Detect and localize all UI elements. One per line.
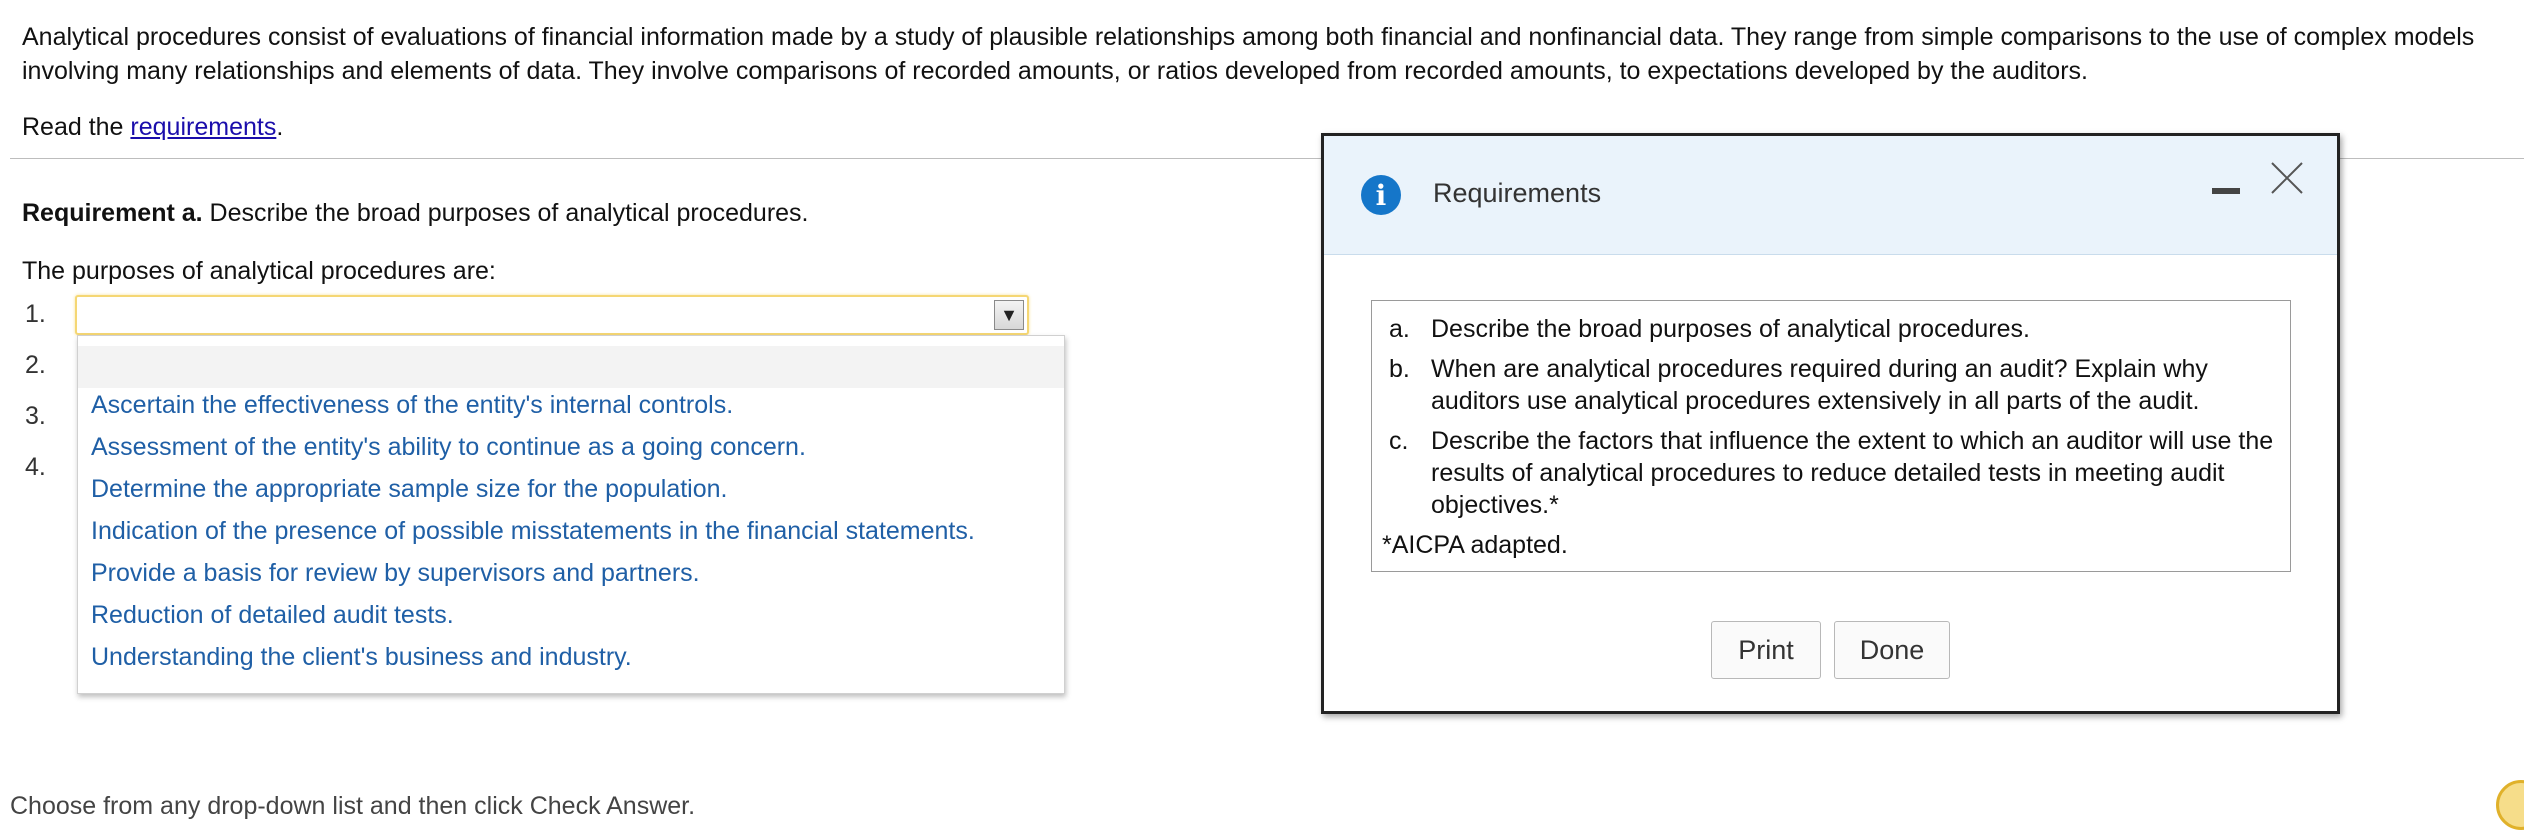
requirement-item-label: b. — [1389, 355, 1410, 383]
dropdown-option[interactable]: Understanding the client's business and … — [91, 643, 632, 672]
answer-number-3: 3. — [25, 402, 46, 430]
dropdown-option[interactable]: Ascertain the effectiveness of the entit… — [91, 391, 733, 420]
minimize-icon[interactable] — [2212, 188, 2240, 194]
dropdown-option[interactable]: Provide a basis for review by supervisor… — [91, 559, 700, 588]
info-icon: i — [1361, 175, 1401, 215]
answer-number-4: 4. — [25, 453, 46, 481]
dropdown-option[interactable]: Determine the appropriate sample size fo… — [91, 475, 727, 504]
read-requirements-line: Read the requirements. — [22, 110, 283, 144]
answer-select-1[interactable]: ▼ — [75, 295, 1029, 335]
done-button[interactable]: Done — [1834, 621, 1950, 679]
instruction-text: Choose from any drop-down list and then … — [10, 792, 696, 820]
dropdown-arrow-icon[interactable]: ▼ — [994, 300, 1024, 330]
read-suffix: . — [276, 113, 284, 141]
requirements-box: a. Describe the broad purposes of analyt… — [1371, 300, 2291, 572]
dialog-title: Requirements — [1433, 178, 1602, 208]
dialog-header: i Requirements — [1324, 136, 2337, 255]
requirement-a-label: Requirement a. — [22, 199, 203, 227]
help-badge-icon[interactable] — [2496, 780, 2524, 830]
answer-number-1: 1. — [25, 300, 46, 328]
requirement-item-text: Describe the broad purposes of analytica… — [1431, 315, 2030, 343]
read-prefix: Read the — [22, 113, 131, 141]
requirement-a-heading: Requirement a. Describe the broad purpos… — [22, 196, 809, 230]
purposes-label: The purposes of analytical procedures ar… — [22, 257, 496, 285]
requirement-item-label: c. — [1389, 427, 1409, 455]
answer-number-2: 2. — [25, 351, 46, 379]
requirement-item-label: a. — [1389, 315, 1410, 343]
dropdown-option[interactable]: Indication of the presence of possible m… — [91, 517, 975, 546]
aicpa-footnote: *AICPA adapted. — [1382, 531, 1568, 559]
requirements-dialog: i Requirements a. Describe the broad pur… — [1321, 133, 2340, 714]
dropdown-option[interactable]: Assessment of the entity's ability to co… — [91, 433, 806, 462]
intro-paragraph: Analytical procedures consist of evaluat… — [22, 23, 2475, 85]
dropdown-option-blank[interactable] — [78, 346, 1064, 388]
dropdown-option[interactable]: Reduction of detailed audit tests. — [91, 601, 454, 630]
print-button[interactable]: Print — [1711, 621, 1821, 679]
close-icon[interactable] — [2269, 160, 2305, 196]
requirements-link[interactable]: requirements — [130, 113, 276, 141]
requirement-item-text: When are analytical procedures required … — [1431, 355, 2208, 415]
requirement-a-text: Describe the broad purposes of analytica… — [202, 199, 809, 227]
dropdown-list: Ascertain the effectiveness of the entit… — [77, 335, 1065, 694]
requirement-item-text: Describe the factors that influence the … — [1431, 427, 2274, 519]
